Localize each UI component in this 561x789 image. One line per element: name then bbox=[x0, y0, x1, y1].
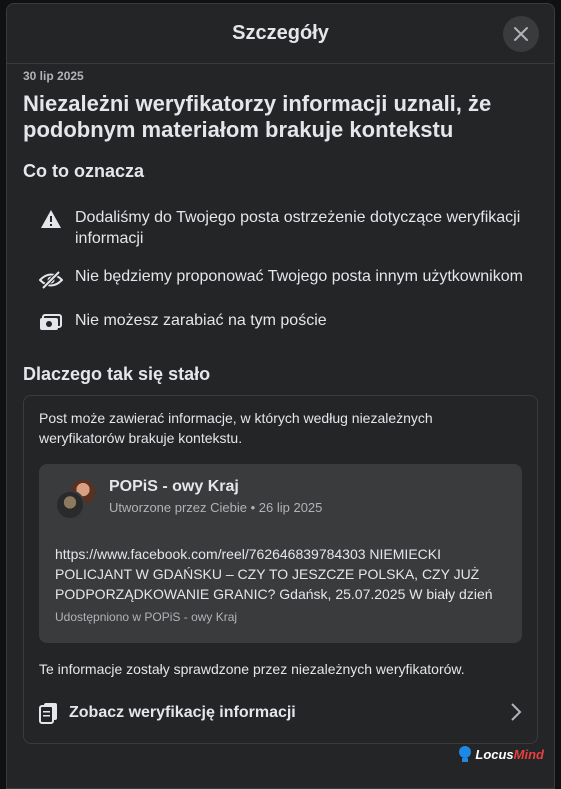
verification-note: Te informacje zostały sprawdzone przez n… bbox=[39, 661, 465, 677]
post-subtitle: Utworzone przez Ciebie • 26 lip 2025 bbox=[109, 500, 323, 515]
post-preview[interactable]: POPiS - owy Kraj Utworzone przez Ciebie … bbox=[39, 464, 522, 643]
watermark-text: LocusMind bbox=[475, 746, 544, 762]
money-off-icon bbox=[39, 310, 63, 334]
meaning-item: Nie będziemy proponować Twojego posta in… bbox=[23, 266, 538, 292]
dialog-header: Szczegóły bbox=[7, 4, 554, 64]
section-title-why: Dlaczego tak się stało bbox=[23, 364, 211, 384]
date-label: 30 lip 2025 bbox=[23, 69, 84, 83]
post-author: POPiS - owy Kraj bbox=[109, 478, 239, 495]
headline: Niezależni weryfikatorzy informacji uzna… bbox=[23, 91, 492, 142]
avatar bbox=[55, 478, 99, 520]
close-icon bbox=[514, 27, 528, 41]
post-text: https://www.facebook.com/reel/7626468397… bbox=[55, 546, 493, 602]
eye-slash-icon bbox=[39, 268, 63, 292]
meaning-item-text: Nie możesz zarabiać na tym poście bbox=[75, 312, 327, 329]
meaning-item: Nie możesz zarabiać na tym poście bbox=[23, 310, 538, 334]
meaning-item-text: Nie będziemy proponować Twojego posta in… bbox=[75, 268, 523, 285]
chevron-right-icon bbox=[511, 703, 522, 721]
warning-icon bbox=[39, 207, 63, 231]
explanation-card: Post może zawierać informacje, w których… bbox=[23, 395, 538, 744]
meaning-item: Dodaliśmy do Twojego posta ostrzeżenie d… bbox=[23, 207, 538, 249]
meaning-item-text: Dodaliśmy do Twojego posta ostrzeżenie d… bbox=[75, 209, 521, 247]
dialog-title: Szczegóły bbox=[232, 22, 329, 44]
section-title-meaning: Co to oznacza bbox=[23, 161, 145, 181]
details-dialog: Szczegóły 30 lip 2025 Niezależni weryfik… bbox=[6, 3, 555, 789]
see-fact-check-label: Zobacz weryfikację informacji bbox=[69, 704, 296, 721]
explanation-text: Post może zawierać informacje, w których… bbox=[39, 410, 433, 446]
close-button[interactable] bbox=[503, 16, 539, 52]
document-icon bbox=[39, 703, 57, 724]
post-shared-label: Udostępniono w POPiS - owy Kraj bbox=[55, 610, 238, 624]
see-fact-check-button[interactable]: Zobacz weryfikację informacji bbox=[39, 702, 522, 724]
watermark-logo: LocusMind bbox=[458, 745, 544, 763]
lightbulb-icon bbox=[459, 746, 472, 762]
